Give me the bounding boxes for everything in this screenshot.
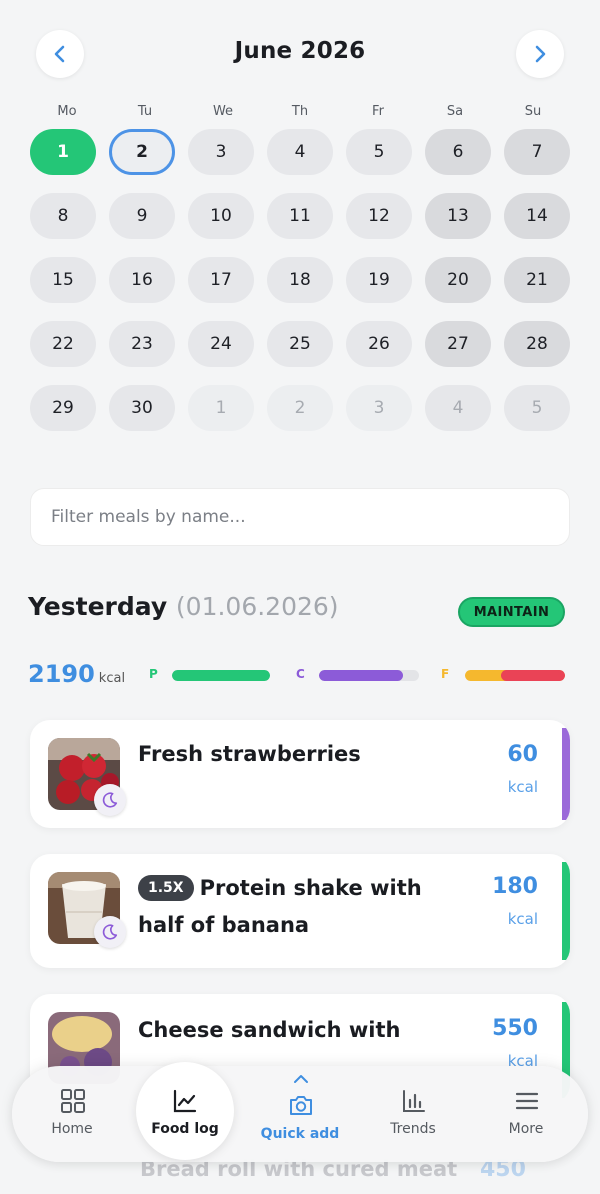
meal-kcal-unit: kcal [507, 778, 538, 796]
chevron-right-icon [535, 45, 546, 63]
moon-icon [94, 916, 126, 948]
calendar-day[interactable]: 8 [30, 193, 96, 239]
meal-kcal-unit: kcal [507, 910, 538, 928]
bottom-navigation: Home Food log Quick add Trends More [12, 1062, 588, 1162]
calendar-day[interactable]: 11 [267, 193, 333, 239]
calendar-day[interactable]: 12 [346, 193, 412, 239]
day-date: (01.06.2026) [175, 592, 339, 621]
fat-bar-overflow [501, 670, 565, 681]
calendar-day[interactable]: 7 [504, 129, 570, 175]
weekday-label: Mo [57, 104, 77, 119]
nav-trends[interactable]: Trends [365, 1066, 461, 1162]
kcal-value: 2190 [28, 660, 95, 688]
calendar-day[interactable]: 3 [188, 129, 254, 175]
bar-chart-icon [403, 1090, 425, 1112]
calendar-day[interactable]: 19 [346, 257, 412, 303]
calendar-day[interactable]: 10 [188, 193, 254, 239]
weekday-label: Sa [446, 104, 464, 119]
weekday-header: Mo Tu We Th Fr Sa Su [0, 104, 600, 122]
nav-quick-add-label: Quick add [260, 1126, 340, 1142]
calendar-day[interactable]: 25 [267, 321, 333, 367]
weekday-label: Fr [372, 104, 384, 119]
month-title: June 2026 [234, 38, 366, 64]
kcal-unit: kcal [98, 671, 126, 686]
chevron-up-icon [294, 1075, 308, 1083]
meal-card[interactable]: 1.5X Protein shake with half of banana 18… [30, 854, 570, 968]
portion-multiplier-badge: 1.5X [138, 875, 194, 901]
calendar-day[interactable]: 30 [109, 385, 175, 431]
nav-quick-add[interactable]: Quick add [252, 1066, 348, 1162]
calendar-day[interactable]: 26 [346, 321, 412, 367]
protein-bar [172, 670, 270, 681]
carbs-bar-fill [319, 670, 403, 681]
nav-home-label: Home [51, 1121, 93, 1137]
meal-name: Fresh strawberries [138, 742, 361, 766]
day-heading: Yesterday (01.06.2026) [28, 592, 339, 621]
nav-more-label: More [508, 1121, 544, 1137]
calendar-day[interactable]: 18 [267, 257, 333, 303]
fat-label: F [441, 667, 450, 681]
nav-food-log-label: Food log [151, 1121, 219, 1137]
protein-label: P [149, 667, 158, 681]
weekday-label: We [212, 104, 234, 119]
calendar-day[interactable]: 3 [346, 385, 412, 431]
grid-icon [61, 1089, 85, 1113]
next-month-button[interactable] [516, 30, 564, 78]
calendar-day[interactable]: 21 [504, 257, 570, 303]
calendar-day[interactable]: 5 [504, 385, 570, 431]
moon-icon [94, 784, 126, 816]
nav-more[interactable]: More [478, 1066, 574, 1162]
carbs-label: C [296, 667, 305, 681]
meal-filter-input[interactable] [30, 488, 570, 546]
calendar-day[interactable]: 4 [267, 129, 333, 175]
calendar-day[interactable]: 27 [425, 321, 491, 367]
calendar-day[interactable]: 5 [346, 129, 412, 175]
calendar-day[interactable]: 15 [30, 257, 96, 303]
meal-kcal: 180 [492, 874, 538, 899]
calendar-header: June 2026 [0, 30, 600, 78]
calendar-day[interactable]: 20 [425, 257, 491, 303]
nav-trends-label: Trends [390, 1121, 436, 1137]
calendar-day[interactable]: 6 [425, 129, 491, 175]
weekday-label: Tu [137, 104, 153, 119]
calendar-day[interactable]: 16 [109, 257, 175, 303]
calendar-day[interactable]: 1 [188, 385, 254, 431]
chart-line-icon [173, 1089, 197, 1113]
calendar-day[interactable]: 23 [109, 321, 175, 367]
fat-bar [465, 670, 565, 681]
calendar-day[interactable]: 24 [188, 321, 254, 367]
carbs-bar [319, 670, 419, 681]
calendar-day[interactable]: 2 [267, 385, 333, 431]
weekday-label: Th [291, 104, 309, 119]
goal-badge: MAINTAIN [458, 597, 565, 627]
meal-name: 1.5X Protein shake with half of banana [138, 870, 468, 944]
calendar-day[interactable]: 13 [425, 193, 491, 239]
menu-icon [515, 1092, 539, 1110]
meal-category-strip [562, 862, 570, 960]
calendar-day[interactable]: 9 [109, 193, 175, 239]
day-label: Yesterday [28, 592, 168, 621]
calendar-day[interactable]: 2 [109, 129, 175, 175]
meal-kcal: 60 [507, 742, 538, 767]
calendar-day[interactable]: 22 [30, 321, 96, 367]
protein-bar-fill [172, 670, 270, 681]
calendar-day[interactable]: 28 [504, 321, 570, 367]
calendar-day[interactable]: 4 [425, 385, 491, 431]
calendar-day[interactable]: 14 [504, 193, 570, 239]
nav-food-log[interactable]: Food log [136, 1062, 234, 1160]
calendar-day[interactable]: 29 [30, 385, 96, 431]
meal-name: Cheese sandwich with [138, 1018, 401, 1042]
daily-kcal-total: 2190 kcal [28, 660, 125, 688]
meal-card[interactable]: Fresh strawberries 60 kcal [30, 720, 570, 828]
calendar-day[interactable]: 17 [188, 257, 254, 303]
nav-home[interactable]: Home [24, 1066, 120, 1162]
weekday-label: Su [524, 104, 542, 119]
camera-icon [290, 1096, 312, 1115]
meal-category-strip [562, 728, 570, 820]
meal-kcal: 550 [492, 1016, 538, 1041]
calendar-day[interactable]: 1 [30, 129, 96, 175]
